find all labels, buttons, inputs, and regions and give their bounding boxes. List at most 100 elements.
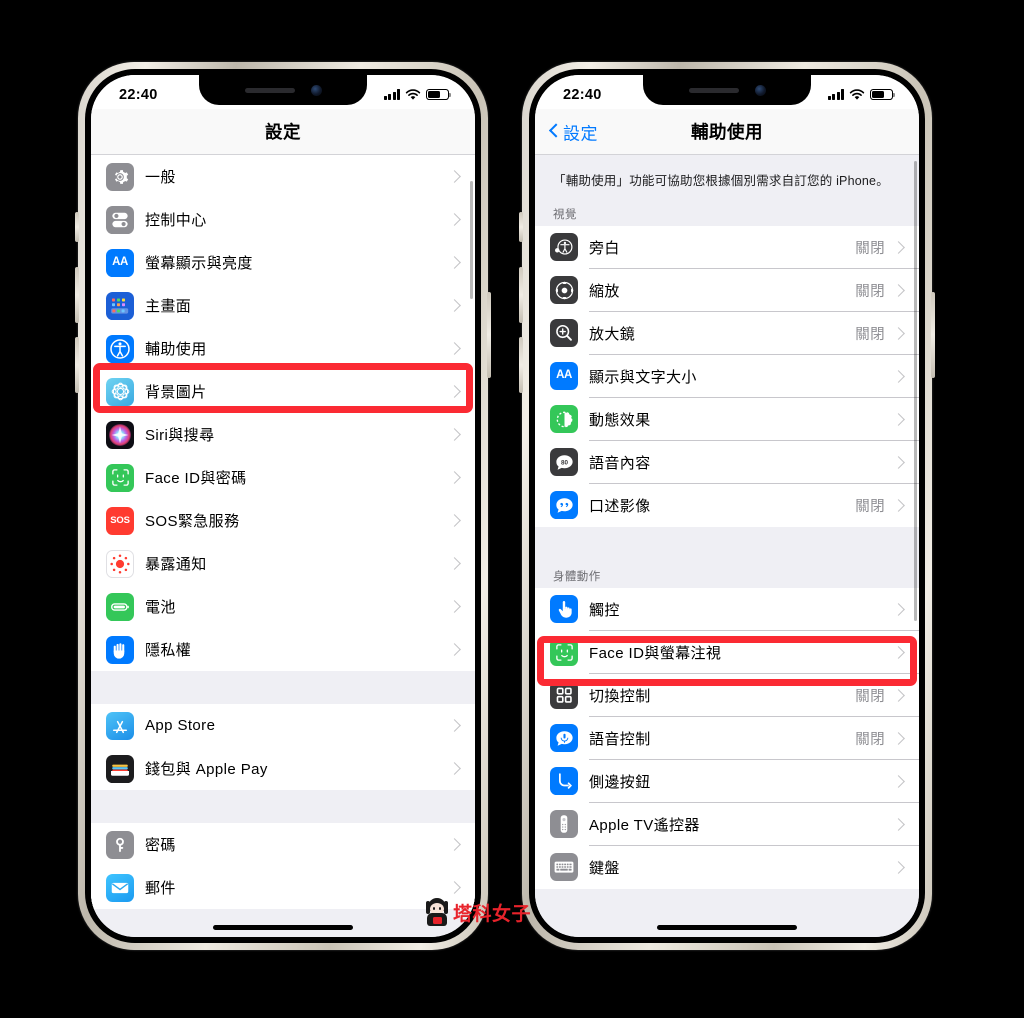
spoken-content-icon: 80: [550, 448, 578, 476]
row-label: 切換控制: [589, 687, 651, 705]
home-indicator[interactable]: [213, 925, 353, 930]
accessibility-row-voiceover[interactable]: 旁白 關閉: [535, 225, 919, 269]
volume-down-button[interactable]: [75, 337, 79, 393]
settings-row-privacy[interactable]: 隱私權: [91, 628, 475, 671]
accessibility-row-zoom[interactable]: 縮放 關閉: [535, 268, 919, 312]
back-button[interactable]: 設定: [548, 119, 598, 144]
chevron-right-icon: [892, 455, 905, 469]
apple-tv-remote-icon: [550, 810, 578, 838]
physical-motor-group: 觸控 Face ID與螢幕注視 切換控制 關閉 語音控制 關閉 側邊按鈕 App…: [535, 587, 919, 889]
row-label: 旁白: [589, 239, 620, 257]
chevron-right-icon: [448, 719, 461, 732]
chevron-right-icon: [448, 299, 461, 312]
row-label: 側邊按鈕: [589, 773, 651, 791]
sos-icon: SOS: [106, 506, 134, 535]
chevron-right-icon: [448, 428, 461, 441]
settings-row-exposure-notifications[interactable]: 暴露通知: [91, 542, 475, 585]
settings-row-accessibility[interactable]: 輔助使用: [91, 327, 475, 370]
accessibility-row-faceid-attention[interactable]: Face ID與螢幕注視: [535, 630, 919, 674]
accessibility-row-motion[interactable]: 動態效果: [535, 397, 919, 441]
settings-row-home-screen[interactable]: 主畫面: [91, 284, 475, 327]
row-label: SOS緊急服務: [145, 513, 240, 530]
row-value: 關閉: [855, 283, 885, 300]
chevron-right-icon: [448, 213, 461, 226]
vision-group: 旁白 關閉 縮放 關閉 放大鏡 關閉 AA 顯示與文字大小 動態效果 80 語音…: [535, 225, 919, 527]
settings-row-passwords[interactable]: 密碼: [91, 823, 475, 866]
settings-row-emergency-sos[interactable]: SOS SOS緊急服務: [91, 499, 475, 542]
settings-row-wallpaper[interactable]: 背景圖片: [91, 370, 475, 413]
volume-up-button[interactable]: [519, 267, 523, 323]
settings-row-control-center[interactable]: 控制中心: [91, 198, 475, 241]
home-indicator[interactable]: [657, 925, 797, 930]
chevron-right-icon: [892, 731, 905, 745]
row-label: Face ID與螢幕注視: [589, 644, 722, 662]
back-button-label: 設定: [563, 124, 598, 143]
accessibility-row-audio-descriptions[interactable]: 口述影像 關閉: [535, 483, 919, 527]
passwords-key-icon: [106, 830, 134, 859]
settings-row-battery[interactable]: 電池: [91, 585, 475, 628]
chevron-right-icon: [448, 170, 461, 183]
wallet-icon: [106, 754, 134, 783]
accessibility-row-switch-control[interactable]: 切換控制 關閉: [535, 673, 919, 717]
settings-row-wallet-apple-pay[interactable]: 錢包與 Apple Pay: [91, 747, 475, 790]
scrollbar-right[interactable]: [914, 161, 917, 621]
chevron-right-icon: [448, 385, 461, 398]
row-label: Siri與搜尋: [145, 427, 215, 444]
chevron-right-icon: [892, 240, 905, 254]
accessibility-icon: [106, 334, 134, 363]
accessibility-row-touch[interactable]: 觸控: [535, 587, 919, 631]
page-title: 輔助使用: [691, 122, 763, 142]
wifi-icon: [405, 88, 421, 100]
settings-row-faceid-passcode[interactable]: Face ID與密碼: [91, 456, 475, 499]
settings-row-siri-search[interactable]: Siri與搜尋: [91, 413, 475, 456]
settings-row-general[interactable]: 一般: [91, 155, 475, 198]
group-separator: [91, 671, 475, 704]
section-header-vision: 視覺: [535, 200, 919, 226]
faceid-attention-icon: [550, 638, 578, 666]
settings-row-display-brightness[interactable]: AA 螢幕顯示與亮度: [91, 241, 475, 284]
chevron-right-icon: [892, 645, 905, 659]
settings-row-app-store[interactable]: App Store: [91, 704, 475, 747]
row-label: 郵件: [145, 880, 176, 897]
row-label: 電池: [145, 599, 176, 616]
accessibility-row-keyboard[interactable]: 鍵盤: [535, 845, 919, 889]
battery-icon: [106, 592, 134, 621]
settings-group-3: 密碼 郵件: [91, 823, 475, 909]
row-label: 語音內容: [589, 454, 651, 472]
accessibility-row-apple-tv-remote[interactable]: Apple TV遙控器: [535, 802, 919, 846]
row-label: 控制中心: [145, 212, 207, 229]
side-power-button[interactable]: [931, 292, 935, 378]
accessibility-row-display-text-size[interactable]: AA 顯示與文字大小: [535, 354, 919, 398]
side-power-button[interactable]: [487, 292, 491, 378]
voiceover-icon: [550, 233, 578, 261]
chevron-right-icon: [892, 412, 905, 426]
scrollbar-left[interactable]: [470, 181, 473, 299]
accessibility-row-voice-control[interactable]: 語音控制 關閉: [535, 716, 919, 760]
accessibility-row-spoken-content[interactable]: 80 語音內容: [535, 440, 919, 484]
mute-switch[interactable]: [75, 212, 79, 242]
chevron-right-icon: [448, 838, 461, 851]
accessibility-row-side-button[interactable]: 側邊按鈕: [535, 759, 919, 803]
status-indicators: [827, 84, 896, 101]
accessibility-list[interactable]: 「輔助使用」功能可協助您根據個別需求自訂您的 iPhone。 視覺 旁白 關閉 …: [535, 155, 919, 937]
settings-list-left[interactable]: 一般 控制中心 AA 螢幕顯示與亮度 主畫面 輔助使用 背景圖片 Siri與搜尋…: [91, 155, 475, 937]
row-label: 暴露通知: [145, 556, 207, 573]
accessibility-row-magnifier[interactable]: 放大鏡 關閉: [535, 311, 919, 355]
row-label: 觸控: [589, 601, 620, 619]
row-label: 口述影像: [589, 497, 651, 515]
row-value: 關閉: [855, 731, 885, 748]
row-label: 語音控制: [589, 730, 651, 748]
chevron-right-icon: [892, 688, 905, 702]
volume-down-button[interactable]: [519, 337, 523, 393]
switch-control-icon: [550, 681, 578, 709]
phone-screen-right: 22:40 設定 輔助使用 「輔助使用」功能可協助您根據個別需求自訂您的 iPh…: [535, 75, 919, 937]
chevron-left-icon: [548, 122, 559, 141]
chevron-right-icon: [448, 881, 461, 894]
mute-switch[interactable]: [519, 212, 523, 242]
settings-row-mail[interactable]: 郵件: [91, 866, 475, 909]
watermark-text: 塔科女子: [453, 903, 532, 925]
exposure-notification-icon: [106, 549, 134, 578]
volume-up-button[interactable]: [75, 267, 79, 323]
nav-bar-right: 設定 輔助使用: [535, 109, 919, 155]
chevron-right-icon: [892, 326, 905, 340]
